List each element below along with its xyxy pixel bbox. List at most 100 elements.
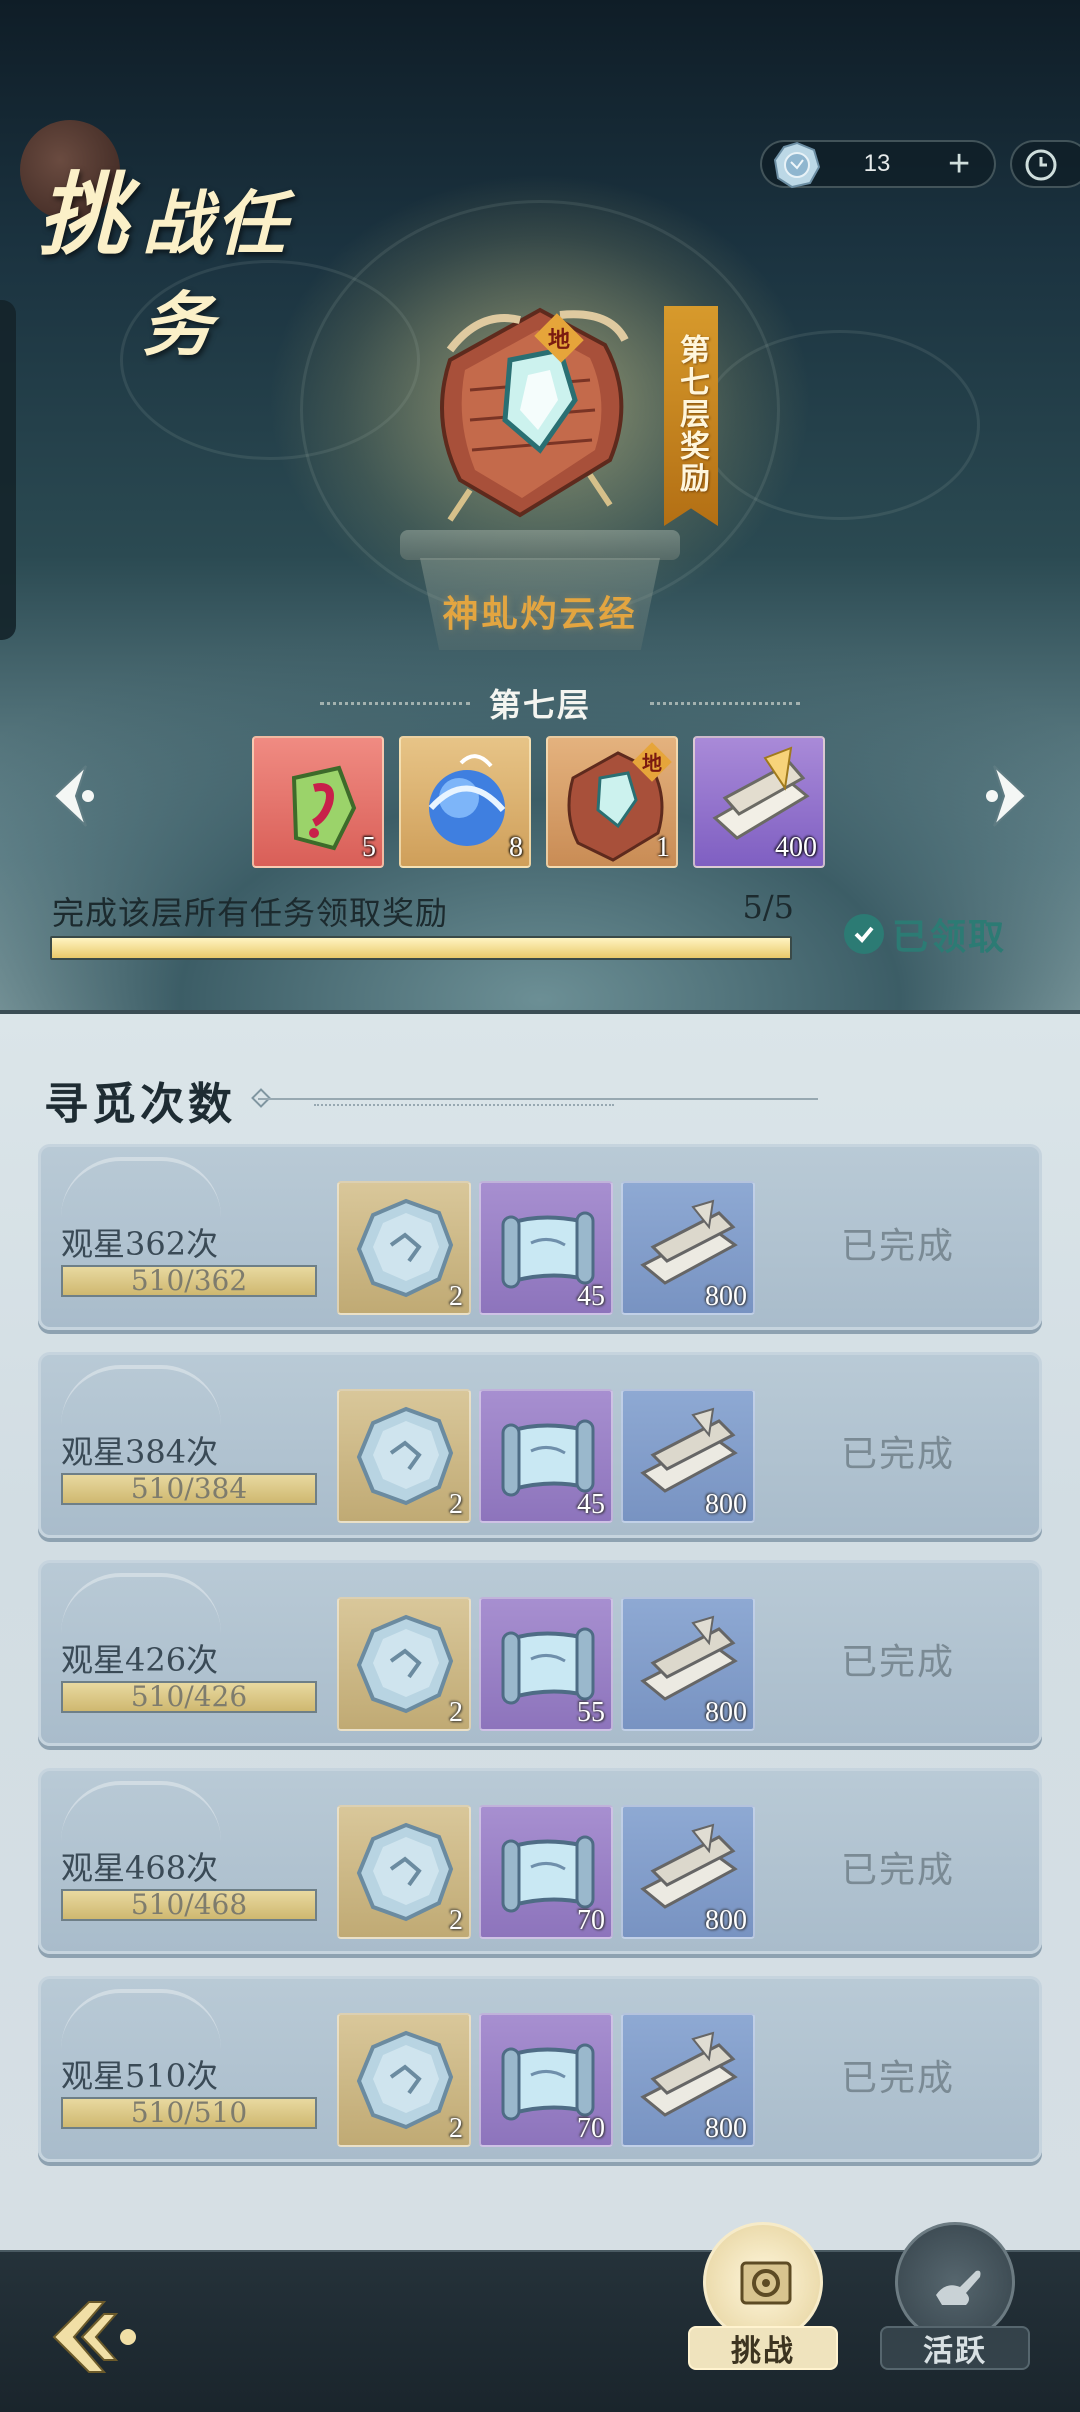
title-rest: 战任务 (142, 182, 290, 366)
reward-item[interactable]: 8 (399, 736, 531, 868)
task-row-label: 观星510次 (61, 2057, 219, 2095)
floor-reward-banner: 第七层奖励 (664, 306, 718, 526)
row-decor (61, 1157, 221, 1217)
section-title: 寻觅次数 (44, 1079, 236, 1130)
reward-qty: 800 (705, 1697, 747, 1728)
clock-icon (1025, 149, 1057, 181)
decor-swirl (700, 330, 980, 520)
reward-qty: 800 (705, 1489, 747, 1520)
reward-qty: 800 (705, 2113, 747, 2144)
task-row-status: 已完成 (841, 2058, 956, 2099)
task-row-label: 观星426次 (61, 1641, 219, 1679)
reward-qty: 800 (705, 1905, 747, 1936)
reward-item[interactable]: 70 (479, 2013, 613, 2147)
gear-scroll-icon (740, 2261, 792, 2305)
next-floor-arrow-icon[interactable] (978, 760, 1034, 832)
reward-qty: 55 (577, 1697, 605, 1728)
reward-item[interactable]: 地 1 (546, 736, 678, 868)
reward-badge: 地 (642, 751, 662, 775)
task-row-progress-text: 510/426 (130, 1680, 248, 1713)
title-first-char: 挑 (38, 162, 128, 268)
task-row-label: 观星384次 (61, 1433, 219, 1471)
star-coin-icon (773, 141, 821, 189)
reward-item[interactable]: 5 (252, 736, 384, 868)
reward-item[interactable]: 800 (621, 2013, 755, 2147)
row-decor (61, 1989, 221, 2049)
reward-item[interactable]: 2 (337, 1181, 471, 1315)
prev-floor-arrow-icon[interactable] (46, 760, 102, 832)
search-count-panel: 寻觅次数 观星362次 510/362 2 45 800 已完成 观星384次 510/384… (0, 1010, 1080, 2255)
tab-activity-circle (895, 2222, 1015, 2342)
reward-item[interactable]: 2 (337, 1389, 471, 1523)
reward-qty: 2 (449, 2113, 463, 2144)
currency-counter: 13 + (760, 140, 996, 189)
task-row-progress-bar: 510/384 (61, 1473, 317, 1505)
task-row-label: 观星468次 (61, 1849, 219, 1887)
task-row-label: 观星362次 (61, 1225, 219, 1263)
floor-reward-banner-text: 第七层奖励 (674, 334, 709, 494)
reward-qty: 2 (449, 1697, 463, 1728)
task-row: 观星426次 510/426 2 55 800 已完成 (38, 1560, 1042, 1746)
task-row-progress-text: 510/510 (130, 2096, 248, 2129)
task-row: 观星468次 510/468 2 70 800 已完成 (38, 1768, 1042, 1954)
reward-qty: 45 (577, 1281, 605, 1312)
tab-challenge-label: 挑战 (688, 2326, 838, 2370)
reward-qty: 5 (362, 832, 376, 863)
floor-task-text: 完成该层所有任务领取奖励 (52, 894, 449, 932)
reward-item[interactable]: 2 (337, 1597, 471, 1731)
task-row-progress-text: 510/384 (130, 1472, 248, 1505)
challenge-hero: 挑 战任务 13 + 地 第七层奖励 神虬灼云经 第七层 5 8 地 1 400… (0, 0, 1080, 1010)
reward-item[interactable]: 45 (479, 1181, 613, 1315)
reward-item[interactable]: 2 (337, 1805, 471, 1939)
floor-task-progress: 5/5 (742, 888, 795, 926)
reward-item[interactable]: 70 (479, 1805, 613, 1939)
pedestal-top (400, 530, 680, 560)
task-row-progress-bar: 510/362 (61, 1265, 317, 1297)
divider (258, 1098, 818, 1100)
reward-qty: 2 (449, 1489, 463, 1520)
tab-activity[interactable]: 活跃 (880, 2222, 1030, 2392)
row-decor (61, 1573, 221, 1633)
featured-item-name: 神虬灼云经 (442, 593, 638, 635)
task-row-status: 已完成 (841, 1642, 956, 1683)
reward-item[interactable]: 45 (479, 1389, 613, 1523)
reward-item[interactable]: 800 (621, 1181, 755, 1315)
side-drawer-handle[interactable] (0, 300, 16, 640)
task-row: 观星510次 510/510 2 70 800 已完成 (38, 1976, 1042, 2162)
reward-item[interactable]: 800 (621, 1389, 755, 1523)
reward-item[interactable]: 800 (621, 1597, 755, 1731)
floor-progress-fill (52, 938, 790, 958)
back-arrow-icon[interactable] (44, 2292, 144, 2382)
divider (314, 1104, 614, 1106)
reward-qty: 70 (577, 2113, 605, 2144)
task-row-progress-bar: 510/426 (61, 1681, 317, 1713)
task-row-status: 已完成 (841, 1850, 956, 1891)
claimed-status: 已领取 (844, 910, 1006, 958)
reward-item[interactable]: 55 (479, 1597, 613, 1731)
task-row: 观星384次 510/384 2 45 800 已完成 (38, 1352, 1042, 1538)
reward-qty: 8 (509, 832, 523, 863)
task-row-status: 已完成 (841, 1226, 956, 1267)
floor-rewards: 5 8 地 1 400 (252, 736, 826, 870)
bottom-nav: 挑战 活跃 (0, 2222, 1080, 2412)
floor-progress-bar (50, 936, 792, 960)
task-row-status: 已完成 (841, 1434, 956, 1475)
check-icon (844, 914, 884, 954)
reward-item[interactable]: 400 (693, 736, 825, 868)
row-decor (61, 1365, 221, 1425)
tab-activity-label: 活跃 (880, 2326, 1030, 2370)
clock-button[interactable] (1010, 140, 1080, 188)
reward-qty: 1 (656, 832, 670, 863)
reward-qty: 400 (775, 832, 817, 863)
red-book-icon[interactable]: 地 (410, 290, 660, 530)
task-row-progress-bar: 510/510 (61, 2097, 317, 2129)
task-row-progress-text: 510/468 (130, 1888, 248, 1921)
reward-item[interactable]: 800 (621, 1805, 755, 1939)
task-row-progress-text: 510/362 (130, 1264, 248, 1297)
tab-challenge-circle (703, 2222, 823, 2342)
tab-challenge[interactable]: 挑战 (688, 2222, 838, 2392)
task-row-progress-bar: 510/468 (61, 1889, 317, 1921)
divider (650, 702, 800, 705)
reward-item[interactable]: 2 (337, 2013, 471, 2147)
currency-add-button[interactable]: + (948, 144, 970, 184)
